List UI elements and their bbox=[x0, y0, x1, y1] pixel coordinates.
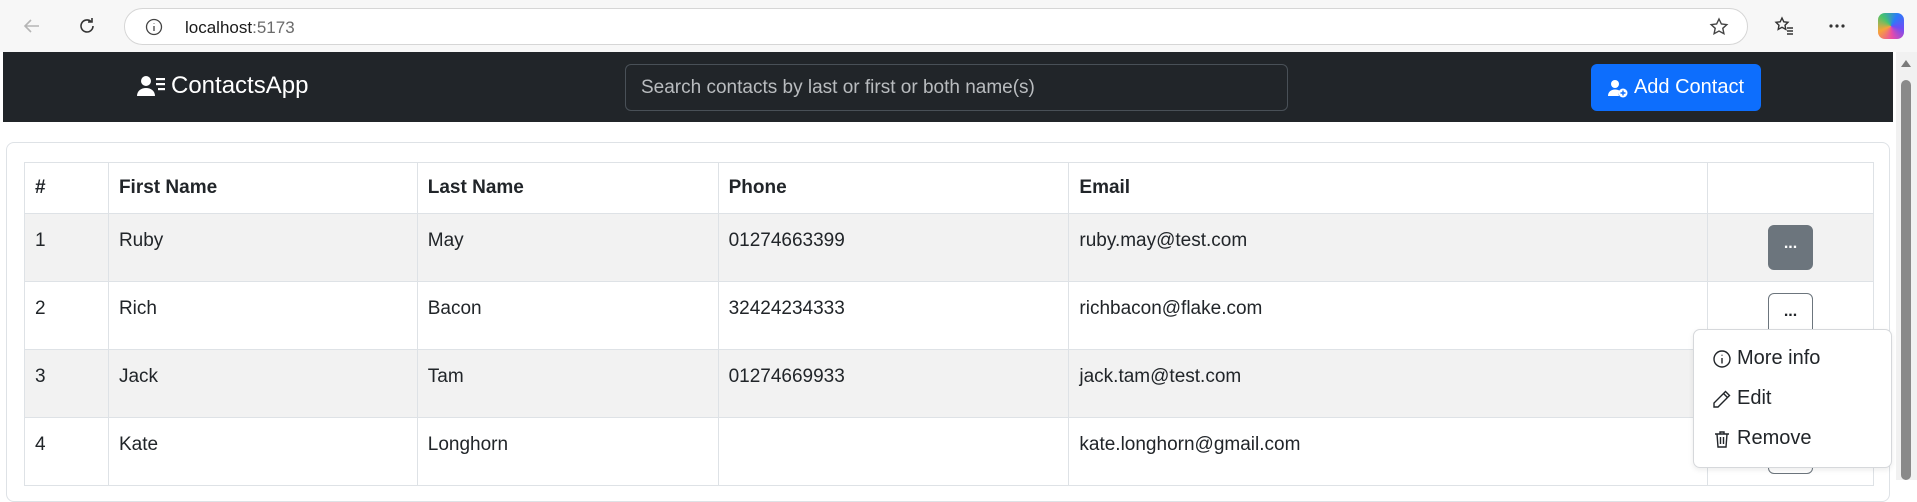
page-scrollbar[interactable] bbox=[1896, 52, 1917, 480]
row-actions-button[interactable]: ... bbox=[1768, 225, 1814, 270]
cell-first-name: Rich bbox=[107, 281, 418, 350]
cell-email: ruby.may@test.com bbox=[1068, 213, 1709, 282]
person-add-icon bbox=[1607, 79, 1628, 97]
more-menu-button[interactable] bbox=[1821, 10, 1853, 42]
page-viewport: ContactsApp Add Contact # First Name Las… bbox=[3, 52, 1893, 502]
table-row: 1 Ruby May 01274663399 ruby.may@test.com… bbox=[24, 213, 1874, 282]
cell-phone: 01274663399 bbox=[717, 213, 1070, 282]
header-actions bbox=[1707, 162, 1874, 214]
contacts-table: # First Name Last Name Phone Email 1 Rub… bbox=[24, 162, 1874, 486]
header-email: Email bbox=[1068, 162, 1709, 214]
favorites-list-icon bbox=[1774, 16, 1793, 35]
add-contact-button[interactable]: Add Contact bbox=[1591, 64, 1761, 111]
cell-phone bbox=[717, 417, 1070, 486]
reload-icon bbox=[80, 18, 94, 33]
cell-actions: ... bbox=[1707, 213, 1874, 282]
cell-first-name: Ruby bbox=[107, 213, 418, 282]
address-bar[interactable]: localhost:5173 bbox=[124, 8, 1748, 45]
cell-last-name: Bacon bbox=[416, 281, 719, 350]
add-contact-label: Add Contact bbox=[1633, 76, 1745, 98]
copilot-icon[interactable] bbox=[1878, 13, 1904, 39]
trash-icon bbox=[1715, 430, 1729, 448]
cell-last-name: Longhorn bbox=[416, 417, 719, 486]
menu-item-label: Remove bbox=[1737, 427, 1812, 449]
search-input[interactable] bbox=[625, 64, 1288, 111]
header-phone: Phone bbox=[717, 162, 1070, 214]
contacts-icon bbox=[137, 76, 165, 96]
cell-phone: 32424234333 bbox=[717, 281, 1070, 350]
scrollbar-thumb[interactable] bbox=[1901, 80, 1911, 480]
header-last-name: Last Name bbox=[416, 162, 719, 214]
favorites-button[interactable] bbox=[1768, 10, 1800, 42]
brand-logo[interactable]: ContactsApp bbox=[137, 72, 308, 100]
cell-email: kate.longhorn@gmail.com bbox=[1068, 417, 1709, 486]
cell-number: 4 bbox=[24, 417, 109, 486]
cell-number: 1 bbox=[24, 213, 109, 282]
site-info-icon[interactable] bbox=[145, 18, 163, 36]
scroll-up-arrow-icon[interactable] bbox=[1901, 60, 1911, 67]
url-host: localhost bbox=[185, 18, 253, 37]
arrow-left-icon bbox=[23, 19, 39, 33]
cell-first-name: Jack bbox=[107, 349, 418, 418]
browser-toolbar: localhost:5173 bbox=[0, 0, 1917, 52]
cell-number: 3 bbox=[24, 349, 109, 418]
menu-item-edit[interactable]: Edit bbox=[1712, 387, 1771, 410]
cell-last-name: May bbox=[416, 213, 719, 282]
favorite-star-icon[interactable] bbox=[1709, 17, 1729, 37]
menu-item-label: More info bbox=[1737, 347, 1821, 369]
reload-button[interactable] bbox=[71, 10, 103, 42]
url-text: localhost:5173 bbox=[185, 18, 295, 38]
row-actions-dropdown: More info Edit Remove bbox=[1693, 329, 1892, 468]
back-button[interactable] bbox=[16, 10, 48, 42]
menu-item-more-info[interactable]: More info bbox=[1712, 347, 1820, 370]
table-header-row: # First Name Last Name Phone Email bbox=[24, 162, 1874, 214]
menu-item-remove[interactable]: Remove bbox=[1712, 427, 1811, 450]
more-dots-icon bbox=[1829, 24, 1845, 28]
cell-email: jack.tam@test.com bbox=[1068, 349, 1709, 418]
cell-phone: 01274669933 bbox=[717, 349, 1070, 418]
table-row: 2 Rich Bacon 32424234333 richbacon@flake… bbox=[24, 281, 1874, 350]
table-row: 3 Jack Tam 01274669933 jack.tam@test.com… bbox=[24, 349, 1874, 418]
cell-first-name: Kate bbox=[107, 417, 418, 486]
header-first-name: First Name bbox=[107, 162, 418, 214]
info-circle-icon bbox=[1713, 349, 1731, 368]
table-row: 4 Kate Longhorn kate.longhorn@gmail.com … bbox=[24, 417, 1874, 486]
app-navbar: ContactsApp Add Contact bbox=[3, 52, 1893, 122]
brand-name: ContactsApp bbox=[171, 72, 309, 99]
cell-number: 2 bbox=[24, 281, 109, 350]
url-port: :5173 bbox=[252, 18, 295, 37]
pencil-icon bbox=[1713, 390, 1731, 408]
header-number: # bbox=[24, 162, 109, 214]
cell-email: richbacon@flake.com bbox=[1068, 281, 1709, 350]
menu-item-label: Edit bbox=[1737, 387, 1772, 409]
cell-last-name: Tam bbox=[416, 349, 719, 418]
